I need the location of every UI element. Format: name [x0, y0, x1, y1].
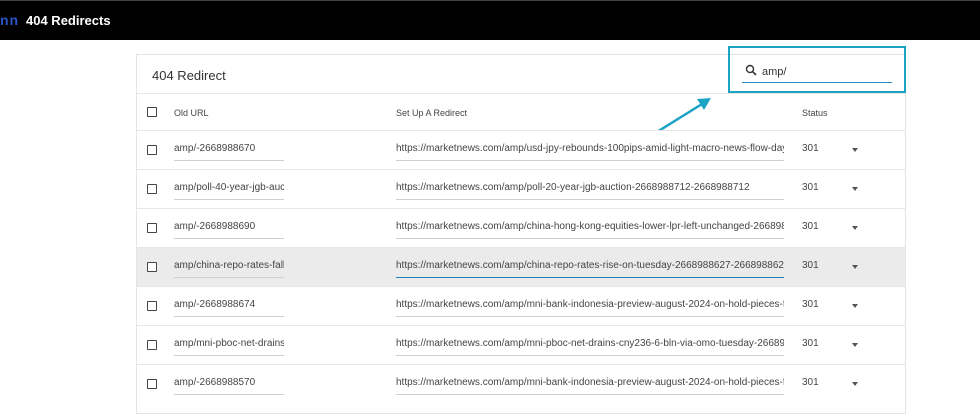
redirect-url-input[interactable]: https://marketnews.com/amp/mni-bank-indo… [396, 299, 784, 317]
old-url-input[interactable]: amp/-2668988570 [174, 377, 284, 395]
search-highlight-annotation [728, 46, 906, 93]
redirect-url-input[interactable]: https://marketnews.com/amp/china-repo-ra… [396, 260, 784, 278]
table-row: amp/-2668988570 https://marketnews.com/a… [137, 365, 905, 398]
header-old-url: Old URL [174, 108, 209, 118]
row-checkbox[interactable] [147, 223, 157, 233]
table-row: amp/-2668988670 https://marketnews.com/a… [137, 131, 905, 170]
redirect-url-input[interactable]: https://marketnews.com/amp/mni-pboc-net-… [396, 338, 784, 356]
old-url-input[interactable]: amp/mni-pboc-net-drains- [174, 338, 284, 356]
chevron-down-icon[interactable] [852, 226, 858, 230]
header-redirect: Set Up A Redirect [396, 108, 468, 118]
redirect-url-input[interactable]: https://marketnews.com/amp/china-hong-ko… [396, 221, 784, 239]
status-select[interactable]: 301 [802, 299, 860, 316]
status-value: 301 [802, 338, 819, 349]
status-value: 301 [802, 377, 819, 388]
redirect-url-input[interactable]: https://marketnews.com/amp/usd-jpy-rebou… [396, 143, 784, 161]
status-select[interactable]: 301 [802, 338, 860, 355]
chevron-down-icon[interactable] [852, 148, 858, 152]
status-value: 301 [802, 143, 819, 154]
table-row: amp/mni-pboc-net-drains- https://marketn… [137, 326, 905, 365]
old-url-input[interactable]: amp/-2668988674 [174, 299, 284, 317]
status-select[interactable]: 301 [802, 377, 860, 394]
status-value: 301 [802, 260, 819, 271]
table-row: amp/-2668988690 https://marketnews.com/a… [137, 209, 905, 248]
table-row: amp/poll-40-year-jgb-auct https://market… [137, 170, 905, 209]
redirect-url-input[interactable]: https://marketnews.com/amp/mni-bank-indo… [396, 377, 784, 395]
redirect-url-input[interactable]: https://marketnews.com/amp/poll-20-year-… [396, 182, 784, 200]
app-logo[interactable]: nn [0, 12, 19, 28]
chevron-down-icon[interactable] [852, 304, 858, 308]
chevron-down-icon[interactable] [852, 187, 858, 191]
status-select[interactable]: 301 [802, 260, 860, 277]
status-select[interactable]: 301 [802, 221, 860, 238]
chevron-down-icon[interactable] [852, 382, 858, 386]
table-row-selected: amp/china-repo-rates-fall- https://marke… [137, 248, 905, 287]
card-title: 404 Redirect [152, 68, 226, 83]
select-all-checkbox[interactable] [147, 107, 157, 117]
row-checkbox[interactable] [147, 262, 157, 272]
old-url-input[interactable]: amp/-2668988670 [174, 143, 284, 161]
row-checkbox[interactable] [147, 145, 157, 155]
status-select[interactable]: 301 [802, 143, 860, 160]
old-url-input[interactable]: amp/-2668988690 [174, 221, 284, 239]
app-title: 404 Redirects [26, 13, 111, 28]
table-header-row: Old URL Set Up A Redirect Status [137, 93, 905, 131]
chevron-down-icon[interactable] [852, 343, 858, 347]
chevron-down-icon[interactable] [852, 265, 858, 269]
row-checkbox[interactable] [147, 379, 157, 389]
status-value: 301 [802, 299, 819, 310]
row-checkbox[interactable] [147, 184, 157, 194]
table-row: amp/-2668988674 https://marketnews.com/a… [137, 287, 905, 326]
top-bar: nn 404 Redirects [0, 0, 980, 40]
row-checkbox[interactable] [147, 340, 157, 350]
row-checkbox[interactable] [147, 301, 157, 311]
status-value: 301 [802, 182, 819, 193]
old-url-input[interactable]: amp/poll-40-year-jgb-auct [174, 182, 284, 200]
status-select[interactable]: 301 [802, 182, 860, 199]
status-value: 301 [802, 221, 819, 232]
header-status: Status [802, 108, 828, 118]
old-url-input[interactable]: amp/china-repo-rates-fall- [174, 260, 284, 278]
